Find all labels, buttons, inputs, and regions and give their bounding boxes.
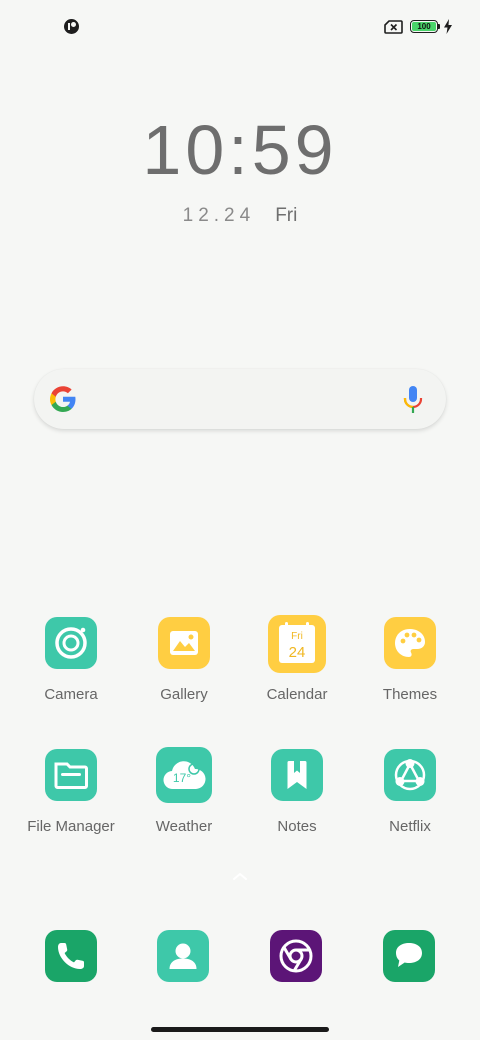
messages-icon xyxy=(396,943,422,967)
home-indicator[interactable] xyxy=(151,1027,329,1032)
app-themes[interactable]: Themes xyxy=(354,617,466,705)
camera-icon xyxy=(45,617,97,669)
folder-icon xyxy=(45,749,97,801)
clock-weekday: Fri xyxy=(275,205,298,226)
app-label: Calendar xyxy=(266,686,328,703)
chrome-icon xyxy=(279,939,313,973)
charging-bolt-icon xyxy=(444,19,452,34)
share-icon xyxy=(384,749,436,801)
app-camera[interactable]: Camera xyxy=(15,617,127,705)
dock-messages[interactable] xyxy=(383,930,435,982)
battery-level: 100 xyxy=(412,22,436,31)
clock-date-row[interactable]: 12.24 Fri xyxy=(0,203,480,229)
app-notification-icon xyxy=(64,19,79,34)
app-netflix[interactable]: Netflix xyxy=(354,749,466,837)
app-label: Notes xyxy=(277,818,317,835)
contacts-icon xyxy=(169,943,197,969)
dock-phone[interactable] xyxy=(45,930,97,982)
calendar-icon-day: Fri xyxy=(291,631,303,642)
app-gallery[interactable]: Gallery xyxy=(128,617,240,705)
app-label: File Manager xyxy=(27,818,115,835)
bookmark-icon xyxy=(271,749,323,801)
app-label: Camera xyxy=(44,686,98,703)
weather-icon: 17° xyxy=(156,747,212,803)
app-label: Gallery xyxy=(160,686,208,703)
calendar-icon: Fri 24 xyxy=(268,615,326,673)
no-sim-icon xyxy=(384,20,403,34)
weather-icon-temp: 17° xyxy=(173,771,191,785)
app-label: Weather xyxy=(155,818,213,835)
palette-icon xyxy=(384,617,436,669)
battery-cap xyxy=(438,24,440,29)
dock-chrome[interactable] xyxy=(270,930,322,982)
gallery-icon xyxy=(158,617,210,669)
app-weather[interactable]: 17° Weather xyxy=(128,747,240,837)
phone-icon xyxy=(58,943,84,969)
clock-time[interactable]: 10:59 xyxy=(0,108,480,192)
app-notes[interactable]: Notes xyxy=(241,749,353,837)
google-search-bar[interactable] xyxy=(34,369,446,429)
battery-icon: 100 xyxy=(410,20,438,33)
app-label: Themes xyxy=(382,686,438,703)
calendar-icon-date: 24 xyxy=(289,644,306,661)
clock-date: 12.24 xyxy=(182,205,256,226)
google-g-icon xyxy=(50,386,76,412)
app-label: Netflix xyxy=(389,818,431,835)
app-file-manager[interactable]: File Manager xyxy=(15,749,127,837)
app-calendar[interactable]: Fri 24 Calendar xyxy=(241,615,353,705)
status-bar: 100 xyxy=(0,0,480,54)
dock-contacts[interactable] xyxy=(157,930,209,982)
microphone-icon[interactable] xyxy=(402,385,424,415)
app-drawer-chevron-up-icon[interactable] xyxy=(230,870,250,882)
